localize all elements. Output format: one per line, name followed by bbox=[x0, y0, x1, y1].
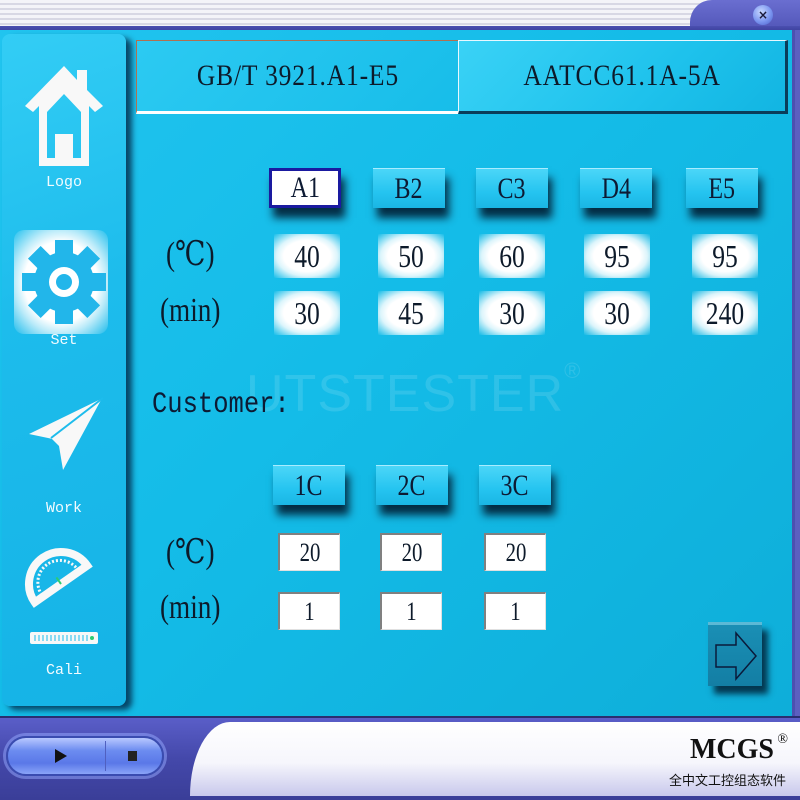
arrow-right-icon bbox=[715, 630, 757, 681]
sidebar-item-logo[interactable]: Logo bbox=[2, 62, 126, 191]
temp-value-c3: 60 bbox=[479, 234, 545, 278]
stop-button[interactable] bbox=[106, 741, 158, 771]
protractor-ruler-icon bbox=[25, 548, 98, 644]
mode-button-b2[interactable]: B2 bbox=[373, 168, 445, 208]
time-value-b2: 45 bbox=[378, 291, 444, 335]
temp-value-e5: 95 bbox=[692, 234, 758, 278]
customer-time-unit-label: (min) bbox=[160, 589, 221, 626]
temp-value-d4: 95 bbox=[584, 234, 650, 278]
customer-temp-unit-label: (℃) bbox=[166, 534, 215, 571]
tab-label: GB/T 3921.A1-E5 bbox=[196, 59, 399, 92]
time-value-d4: 30 bbox=[584, 291, 650, 335]
mode-button-2c[interactable]: 2C bbox=[376, 465, 448, 505]
gear-icon bbox=[22, 240, 106, 324]
mode-label: 1C bbox=[294, 468, 323, 502]
mode-label: A1 bbox=[290, 171, 320, 204]
temp-unit-label: (℃) bbox=[166, 236, 215, 273]
time-value-a1: 30 bbox=[274, 291, 340, 335]
mode-label: E5 bbox=[708, 171, 736, 205]
title-bar bbox=[0, 0, 800, 26]
tab-aatcc61[interactable]: AATCC61.1A-5A bbox=[458, 40, 788, 114]
time-input-1c[interactable]: 1 bbox=[278, 592, 340, 630]
mode-label: 2C bbox=[397, 468, 426, 502]
sidebar-item-label: Logo bbox=[45, 174, 82, 191]
mode-button-c3[interactable]: C3 bbox=[476, 168, 548, 208]
sidebar: Logo Set Work Cali bbox=[2, 34, 126, 706]
time-input-3c[interactable]: 1 bbox=[484, 592, 546, 630]
mode-button-3c[interactable]: 3C bbox=[479, 465, 551, 505]
tab-label: AATCC61.1A-5A bbox=[523, 59, 721, 92]
play-icon bbox=[54, 749, 67, 763]
brand-logo: MCGS ® bbox=[690, 732, 788, 765]
time-value-e5: 240 bbox=[692, 291, 758, 335]
mode-label: D4 bbox=[601, 171, 631, 205]
time-unit-label: (min) bbox=[160, 292, 221, 329]
time-input-2c[interactable]: 1 bbox=[380, 592, 442, 630]
play-button[interactable] bbox=[16, 741, 106, 771]
temp-input-2c[interactable]: 20 bbox=[380, 533, 442, 571]
temp-input-1c[interactable]: 20 bbox=[278, 533, 340, 571]
sidebar-item-label: Work bbox=[45, 500, 82, 517]
temp-input-3c[interactable]: 20 bbox=[484, 533, 546, 571]
customer-label: Customer: bbox=[152, 388, 290, 422]
temp-value-a1: 40 bbox=[274, 234, 340, 278]
sidebar-item-set[interactable]: Set bbox=[2, 230, 126, 349]
mode-button-a1[interactable]: A1 bbox=[269, 168, 341, 208]
close-icon: × bbox=[757, 8, 769, 22]
mode-label: C3 bbox=[497, 171, 526, 205]
mode-button-1c[interactable]: 1C bbox=[273, 465, 345, 505]
window-frame-right bbox=[795, 30, 800, 720]
temp-value-b2: 50 bbox=[378, 234, 444, 278]
tab-gb-t-3921[interactable]: GB/T 3921.A1-E5 bbox=[136, 40, 458, 114]
close-button[interactable]: × bbox=[753, 5, 773, 25]
next-button[interactable] bbox=[708, 622, 762, 686]
paper-plane-icon bbox=[29, 397, 104, 470]
stop-icon bbox=[127, 751, 137, 761]
home-icon bbox=[25, 66, 103, 166]
mode-label: B2 bbox=[394, 171, 423, 205]
sidebar-item-label: Set bbox=[50, 332, 78, 349]
mode-button-d4[interactable]: D4 bbox=[580, 168, 652, 208]
sidebar-item-label: Cali bbox=[45, 662, 82, 679]
player-controls bbox=[6, 736, 164, 776]
brand-subtitle: 全中文工控组态软件 bbox=[668, 774, 786, 789]
time-value-c3: 30 bbox=[479, 291, 545, 335]
sidebar-item-work[interactable]: Work bbox=[2, 390, 126, 517]
mode-button-e5[interactable]: E5 bbox=[686, 168, 758, 208]
sidebar-item-cali[interactable]: Cali bbox=[2, 546, 126, 679]
mode-label: 3C bbox=[500, 468, 529, 502]
